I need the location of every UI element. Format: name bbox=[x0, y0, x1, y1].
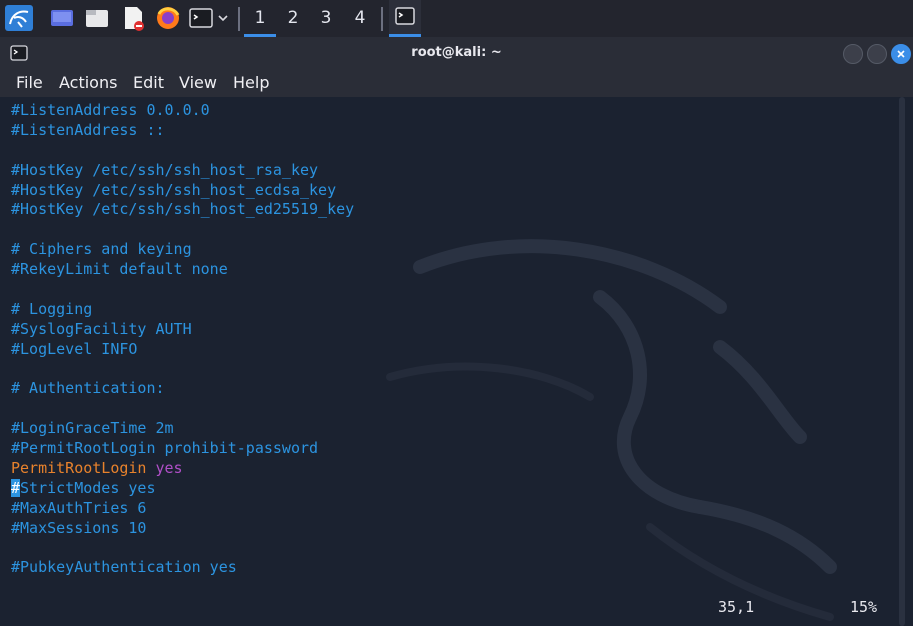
menu-view[interactable]: View bbox=[179, 69, 217, 97]
editor-line: #MaxAuthTries 6 bbox=[11, 498, 147, 517]
menu-bar: File Actions Edit View Help bbox=[0, 69, 913, 97]
editor-line: #PubkeyAuthentication yes bbox=[11, 558, 237, 577]
editor-line bbox=[11, 220, 354, 240]
text-cursor: # bbox=[11, 478, 21, 497]
menu-help[interactable]: Help bbox=[233, 69, 269, 97]
workspace-1[interactable]: 1 bbox=[244, 0, 276, 37]
scroll-percent: 15% bbox=[850, 598, 878, 616]
editor-line: #MaxSessions 10 bbox=[11, 518, 147, 537]
directive-keyword: PermitRootLogin bbox=[11, 459, 147, 478]
window-titlebar[interactable]: root@kali: ~ bbox=[0, 37, 913, 69]
editor-line-cursor: #StrictModes yes bbox=[11, 478, 354, 499]
editor-line: #RekeyLimit default none bbox=[11, 260, 228, 279]
close-button[interactable] bbox=[891, 44, 911, 64]
menu-actions[interactable]: Actions bbox=[59, 69, 117, 97]
editor-line: #PermitRootLogin prohibit-password bbox=[11, 439, 319, 458]
editor-line bbox=[11, 399, 354, 419]
chevron-down-icon[interactable] bbox=[216, 4, 230, 32]
workspace-4[interactable]: 4 bbox=[344, 0, 376, 37]
editor-line: #ListenAddress 0.0.0.0 bbox=[11, 101, 210, 119]
editor-line: #HostKey /etc/ssh/ssh_host_ecdsa_key bbox=[11, 180, 337, 199]
taskbar-separator bbox=[381, 7, 383, 31]
menu-file[interactable]: File bbox=[16, 69, 43, 97]
firefox-icon[interactable] bbox=[155, 4, 181, 32]
editor-line-directive: PermitRootLogin yes bbox=[11, 459, 354, 479]
file-manager-icon[interactable] bbox=[84, 4, 110, 32]
taskbar-separator bbox=[238, 7, 240, 31]
terminal-scrollbar[interactable] bbox=[899, 97, 905, 626]
editor-line bbox=[11, 539, 354, 559]
desktop-icon[interactable] bbox=[49, 4, 75, 32]
editor-line bbox=[11, 360, 354, 380]
editor-lines: #ListenAddress 0.0.0.0 #ListenAddress ::… bbox=[11, 101, 354, 578]
terminal-area[interactable]: #ListenAddress 0.0.0.0 #ListenAddress ::… bbox=[0, 97, 913, 626]
editor-line bbox=[11, 141, 354, 161]
editor-line: #LoginGraceTime 2m bbox=[11, 419, 174, 438]
editor-line: #HostKey /etc/ssh/ssh_host_rsa_key bbox=[11, 160, 319, 179]
taskbar: 1 2 3 4 bbox=[0, 0, 913, 38]
workspace-2[interactable]: 2 bbox=[277, 0, 309, 37]
text-editor-icon[interactable] bbox=[120, 4, 146, 32]
editor-line: #ListenAddress :: bbox=[11, 120, 165, 139]
directive-value: yes bbox=[155, 459, 183, 478]
editor-line: #HostKey /etc/ssh/ssh_host_ed25519_key bbox=[11, 200, 355, 219]
kali-menu-icon[interactable] bbox=[4, 4, 34, 32]
cursor-position: 35,1 bbox=[718, 598, 755, 616]
terminal-task-button[interactable] bbox=[389, 0, 421, 37]
maximize-button[interactable] bbox=[867, 44, 887, 64]
editor-line: #SyslogFacility AUTH bbox=[11, 319, 192, 338]
editor-line bbox=[11, 280, 354, 300]
editor-line: # Ciphers and keying bbox=[11, 240, 192, 259]
editor-line: # Logging bbox=[11, 299, 93, 318]
minimize-button[interactable] bbox=[843, 44, 863, 64]
terminal-icon bbox=[395, 7, 415, 25]
menu-edit[interactable]: Edit bbox=[133, 69, 164, 97]
window-title: root@kali: ~ bbox=[411, 45, 502, 60]
editor-line: #LogLevel INFO bbox=[11, 339, 138, 358]
cursor-line-text: StrictModes yes bbox=[20, 478, 156, 497]
terminal-icon[interactable] bbox=[188, 4, 214, 32]
close-icon bbox=[897, 50, 905, 58]
workspace-3[interactable]: 3 bbox=[310, 0, 342, 37]
editor-line: # Authentication: bbox=[11, 379, 165, 398]
